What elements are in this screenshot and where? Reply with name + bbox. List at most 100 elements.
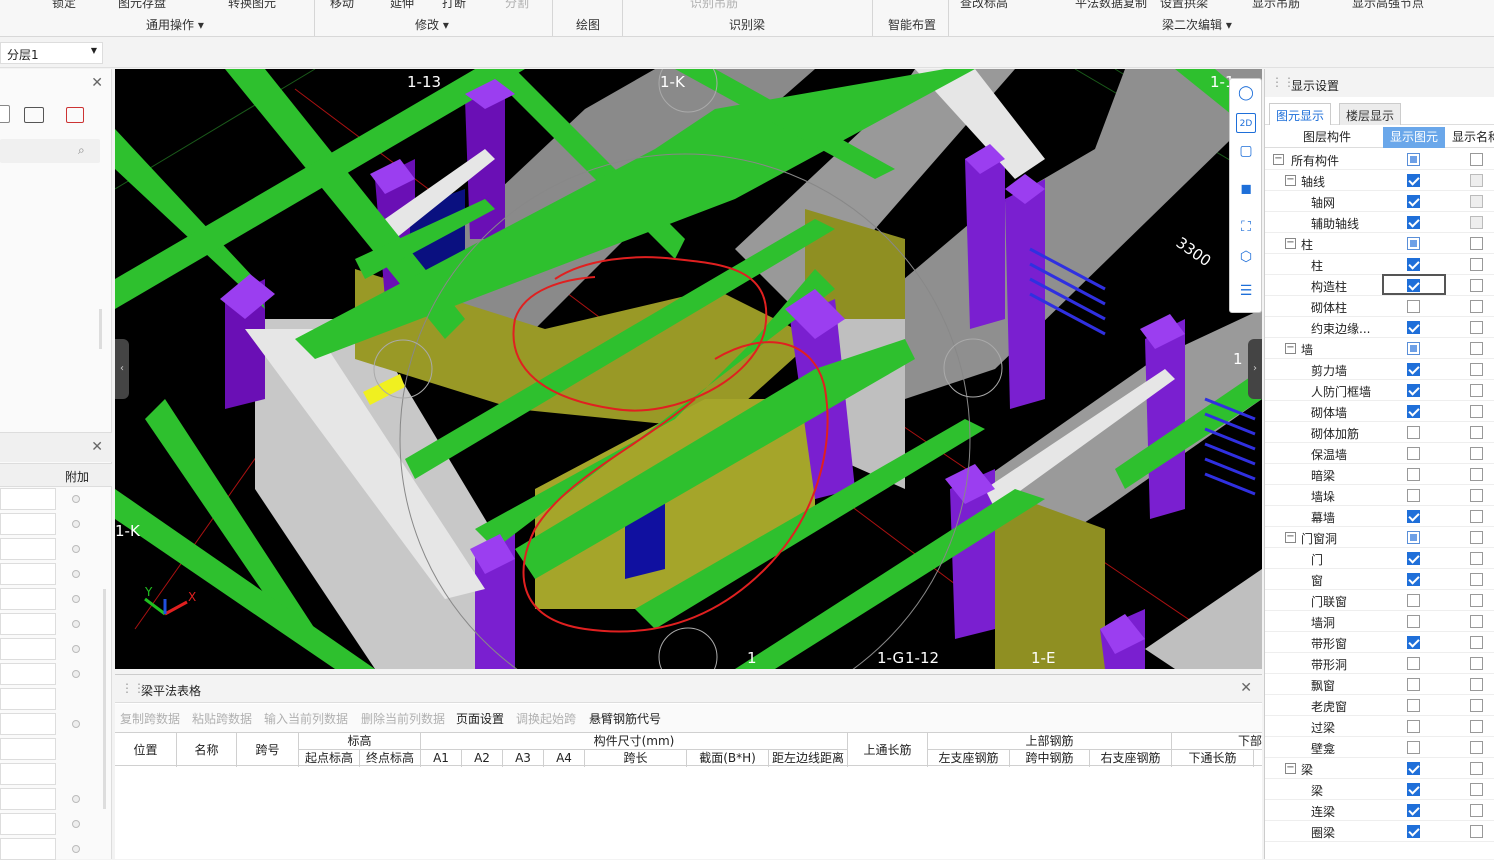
- radio-dot[interactable]: [72, 720, 80, 728]
- show-element-checkbox[interactable]: [1407, 321, 1420, 334]
- layer-tree-row[interactable]: 砌体墙: [1265, 401, 1494, 422]
- attribute-value-field[interactable]: [0, 688, 56, 710]
- cube-icon[interactable]: ▢: [1236, 141, 1256, 161]
- cantilever-code-button[interactable]: 悬臂钢筋代号: [589, 710, 661, 727]
- layer-tree-row[interactable]: − 柱: [1265, 233, 1494, 254]
- search-input[interactable]: [0, 139, 100, 163]
- radio-dot[interactable]: [72, 595, 80, 603]
- attribute-value-field[interactable]: [0, 563, 56, 585]
- show-name-checkbox[interactable]: [1470, 321, 1483, 334]
- orbit-icon[interactable]: ◯: [1236, 83, 1256, 103]
- show-element-checkbox[interactable]: [1407, 153, 1420, 166]
- input-column-button[interactable]: 输入当前列数据: [264, 710, 348, 727]
- attribute-value-field[interactable]: [0, 613, 56, 635]
- col-end-elev[interactable]: 终点标高: [360, 750, 421, 767]
- layer-tree-row[interactable]: 梁: [1265, 779, 1494, 800]
- show-name-checkbox[interactable]: [1470, 384, 1483, 397]
- collapse-left-handle[interactable]: ‹: [115, 339, 129, 399]
- col-position[interactable]: 位置: [115, 733, 177, 767]
- layer-tree-row[interactable]: 窗: [1265, 569, 1494, 590]
- show-name-checkbox[interactable]: [1470, 489, 1483, 502]
- layer-tree-row[interactable]: 墙垛: [1265, 485, 1494, 506]
- group-identify-beam[interactable]: 识别梁: [729, 16, 765, 33]
- 3d-viewport[interactable]: Y X 1-13 1-K 1-1 1-K 1-G 1-12 1-E 1 1 33…: [115, 69, 1262, 669]
- radio-dot[interactable]: [72, 620, 80, 628]
- show-element-checkbox[interactable]: [1407, 258, 1420, 271]
- show-element-checkbox[interactable]: [1407, 384, 1420, 397]
- page-setup-button[interactable]: 页面设置: [456, 710, 504, 727]
- show-name-checkbox[interactable]: [1470, 195, 1483, 208]
- show-name-checkbox[interactable]: [1470, 279, 1483, 292]
- col-show-name[interactable]: 显示名称: [1448, 127, 1494, 148]
- layer-tree-row[interactable]: − 门窗洞: [1265, 527, 1494, 548]
- show-name-checkbox[interactable]: [1470, 216, 1483, 229]
- layer-tree-row[interactable]: 约束边缘...: [1265, 317, 1494, 338]
- col-bottom-through[interactable]: 下通长筋: [1172, 750, 1254, 767]
- show-element-checkbox[interactable]: [1407, 300, 1420, 313]
- convert-element-button[interactable]: 转换图元: [228, 0, 276, 11]
- attribute-value-field[interactable]: [0, 738, 56, 760]
- group-beam-edit[interactable]: 梁二次编辑 ▾: [1162, 16, 1232, 33]
- save-element-button[interactable]: 图元存盘: [118, 0, 166, 11]
- layer-tree-row[interactable]: 砌体加筋: [1265, 422, 1494, 443]
- show-element-checkbox[interactable]: [1407, 363, 1420, 376]
- show-node-toggle[interactable]: 显示高强节点: [1352, 0, 1424, 11]
- radio-dot[interactable]: [72, 520, 80, 528]
- show-name-checkbox[interactable]: [1470, 237, 1483, 250]
- show-element-checkbox[interactable]: [1407, 174, 1420, 187]
- layer-tree-row[interactable]: 砌体柱: [1265, 296, 1494, 317]
- attribute-value-field[interactable]: [0, 763, 56, 785]
- radio-dot[interactable]: [72, 495, 80, 503]
- layer-tree-row[interactable]: 连梁: [1265, 800, 1494, 821]
- identify-hanger-button[interactable]: 识别吊筋: [690, 0, 738, 11]
- attribute-value-field[interactable]: [0, 788, 56, 810]
- attribute-value-field[interactable]: [0, 638, 56, 660]
- col-a4[interactable]: A4: [544, 750, 585, 767]
- show-name-checkbox[interactable]: [1470, 573, 1483, 586]
- col-span-length[interactable]: 跨长: [585, 750, 687, 767]
- attribute-value-field[interactable]: [0, 488, 56, 510]
- show-element-checkbox[interactable]: [1407, 594, 1420, 607]
- radio-dot[interactable]: [72, 670, 80, 678]
- attribute-value-field[interactable]: [0, 663, 56, 685]
- layer-tree-row[interactable]: 壁龛: [1265, 737, 1494, 758]
- col-mid-span[interactable]: 跨中钢筋: [1010, 750, 1090, 767]
- show-name-checkbox[interactable]: [1470, 300, 1483, 313]
- 3d-view-icon[interactable]: ⬡: [1236, 247, 1256, 267]
- swap-start-button[interactable]: 调换起始跨: [516, 710, 576, 727]
- show-name-checkbox[interactable]: [1470, 699, 1483, 712]
- collapse-right-handle[interactable]: ›: [1248, 339, 1262, 399]
- show-name-checkbox[interactable]: [1470, 783, 1483, 796]
- layer-tree-row[interactable]: 幕墙: [1265, 506, 1494, 527]
- layer-select[interactable]: 分层1 ▼: [0, 42, 103, 64]
- show-element-checkbox[interactable]: [1407, 657, 1420, 670]
- attribute-value-field[interactable]: [0, 588, 56, 610]
- radio-dot[interactable]: [72, 820, 80, 828]
- radio-dot[interactable]: [72, 845, 80, 853]
- show-name-checkbox[interactable]: [1470, 447, 1483, 460]
- group-general[interactable]: 通用操作 ▾: [146, 16, 204, 33]
- col-span-no[interactable]: 跨号: [237, 733, 299, 767]
- show-name-checkbox[interactable]: [1470, 636, 1483, 649]
- break-button[interactable]: 打断: [442, 0, 466, 11]
- layer-tree-row[interactable]: 保温墙: [1265, 443, 1494, 464]
- props-icon[interactable]: [66, 107, 84, 123]
- show-name-checkbox[interactable]: [1470, 594, 1483, 607]
- fullscreen-icon[interactable]: ⛶: [1236, 217, 1256, 237]
- show-name-checkbox[interactable]: [1470, 153, 1483, 166]
- layer-tree-row[interactable]: 剪力墙: [1265, 359, 1494, 380]
- 2d-icon[interactable]: 2D: [1236, 113, 1256, 133]
- group-draw[interactable]: 绘图: [576, 16, 600, 33]
- tab-element-display[interactable]: 图元显示: [1269, 103, 1332, 125]
- paste-span-button[interactable]: 粘贴跨数据: [192, 710, 252, 727]
- show-name-checkbox[interactable]: [1470, 342, 1483, 355]
- layer-tree-row[interactable]: 老虎窗: [1265, 695, 1494, 716]
- attribute-value-field[interactable]: [0, 813, 56, 835]
- show-name-checkbox[interactable]: [1470, 426, 1483, 439]
- delete-column-button[interactable]: 删除当前列数据: [361, 710, 445, 727]
- col-section[interactable]: 截面(B*H): [687, 750, 769, 767]
- close-icon[interactable]: ✕: [91, 75, 103, 91]
- show-element-checkbox[interactable]: [1407, 405, 1420, 418]
- show-element-checkbox[interactable]: [1407, 195, 1420, 208]
- layer-tree-row[interactable]: 柱: [1265, 254, 1494, 275]
